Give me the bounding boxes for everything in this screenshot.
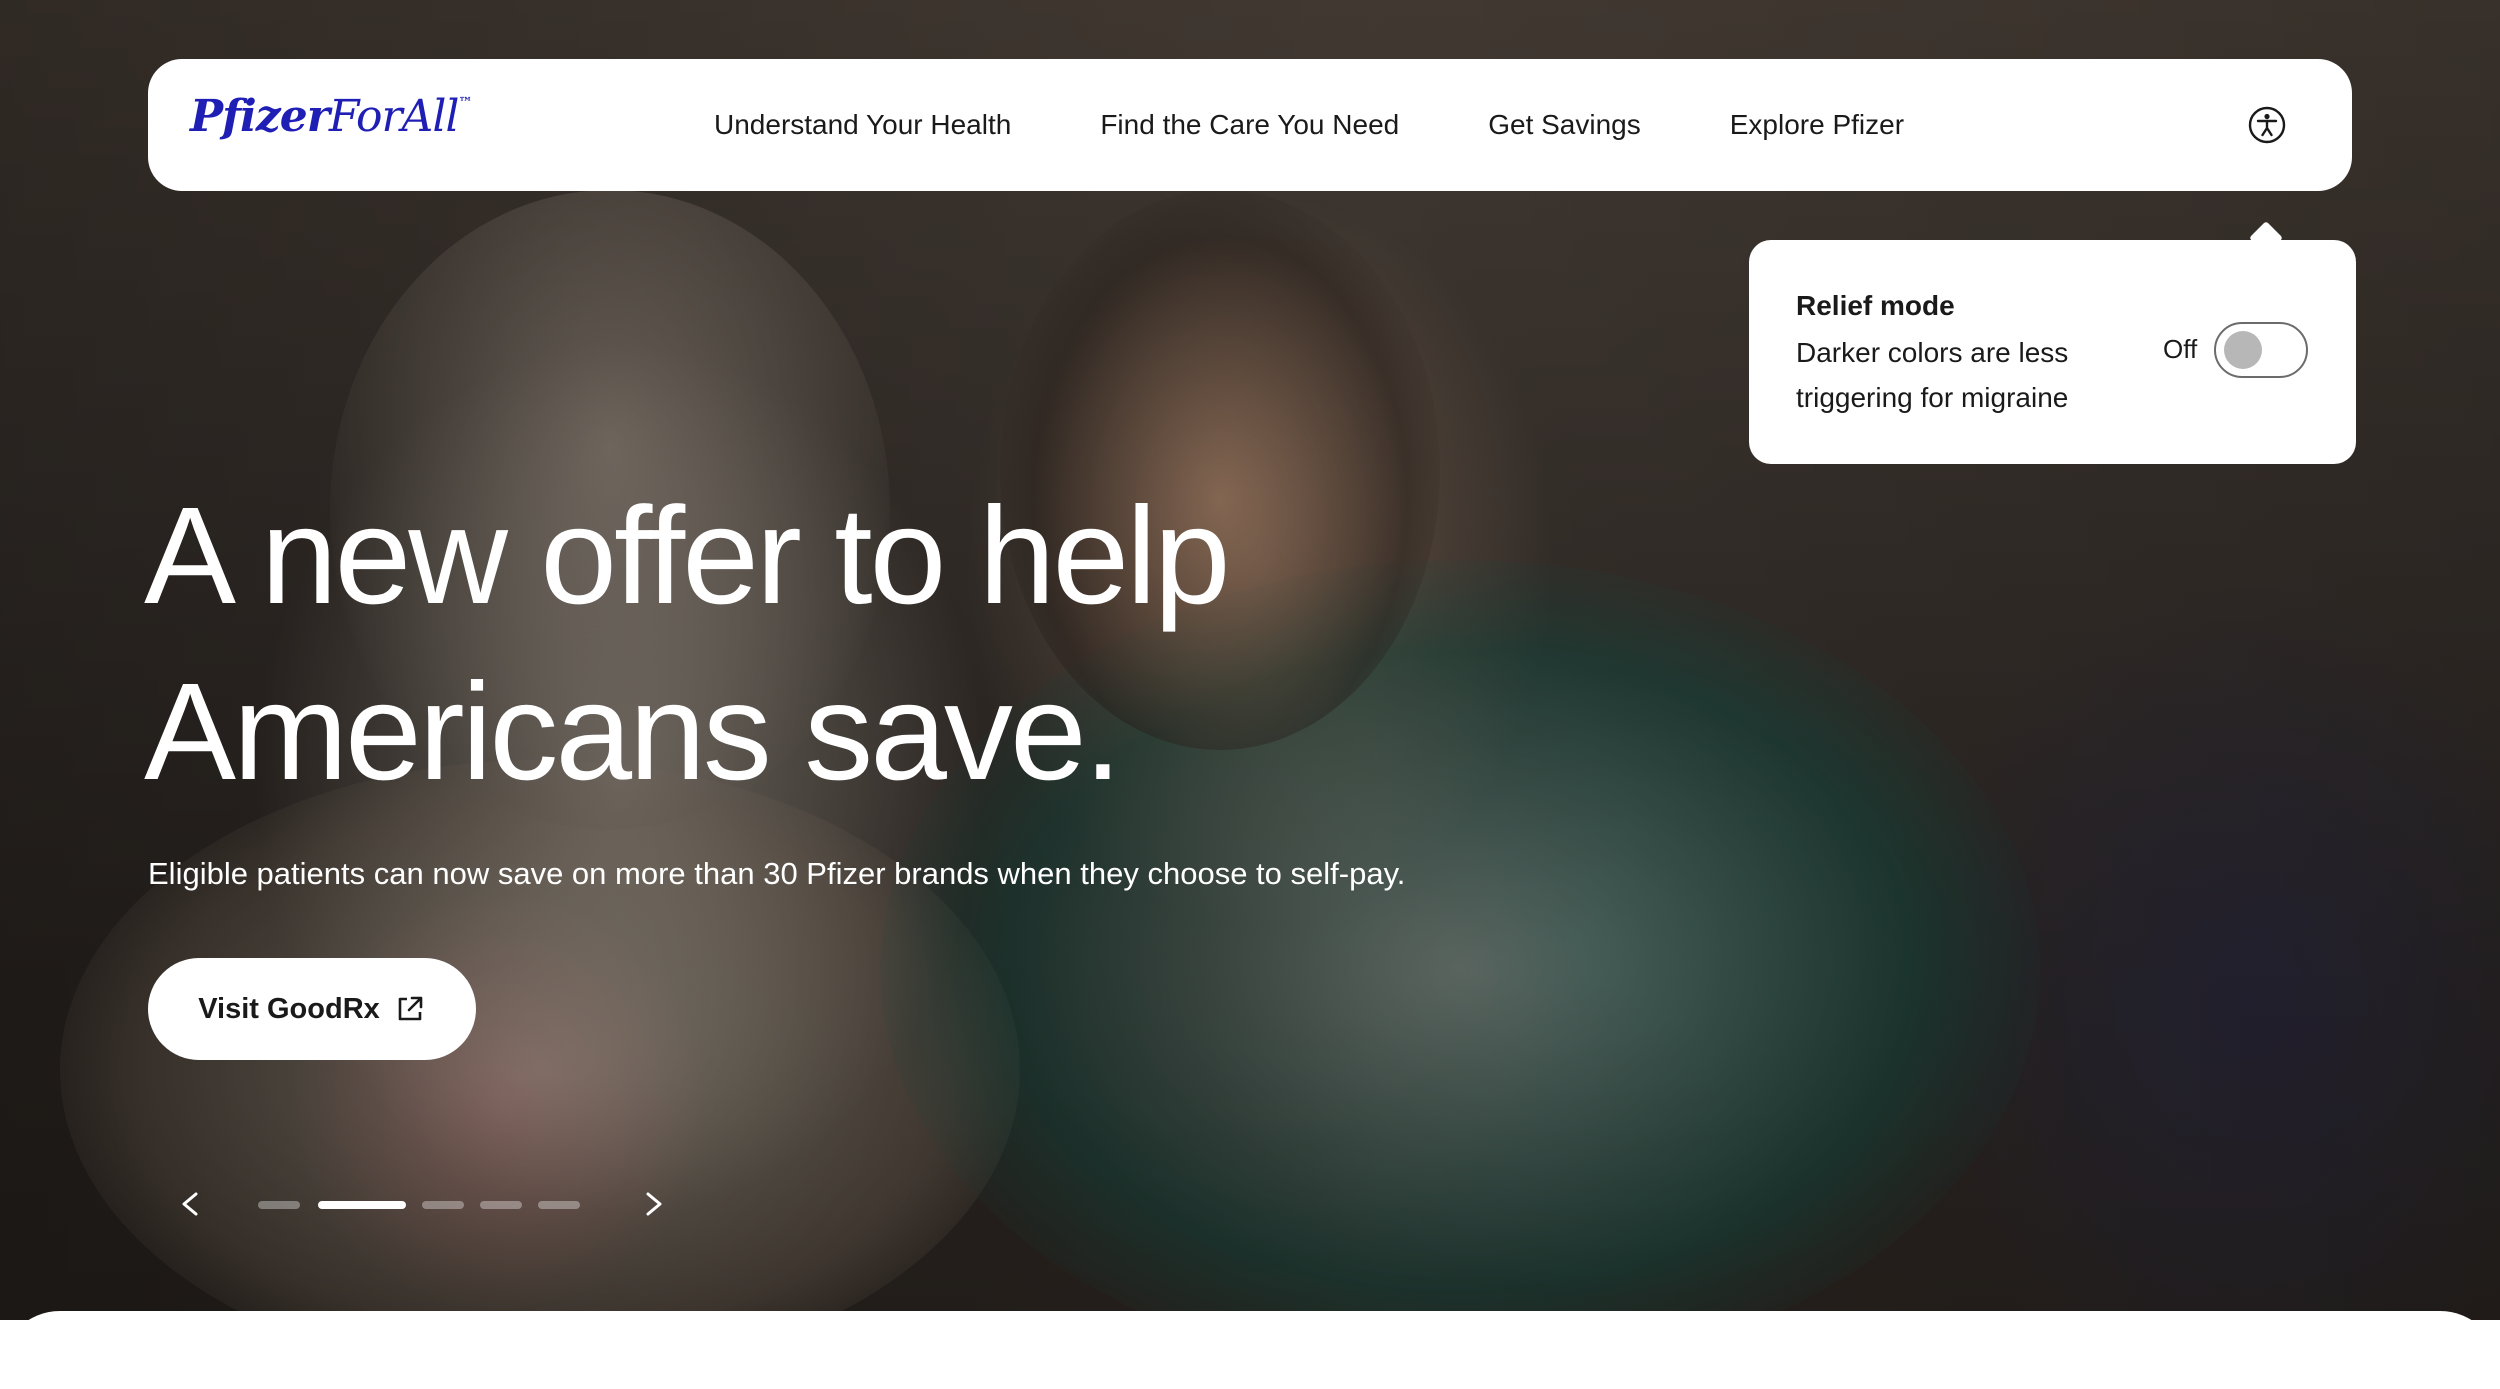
nav-item-get-savings[interactable]: Get Savings bbox=[1488, 109, 1641, 141]
logo-text-bold: Pfizer bbox=[190, 91, 330, 142]
carousel-dot-5[interactable] bbox=[538, 1201, 580, 1209]
hero-subheadline: Eligible patients can now save on more t… bbox=[148, 856, 1406, 891]
page: PfizerForAll™ Understand Your Health Fin… bbox=[0, 0, 2500, 1389]
visit-goodrx-button[interactable]: Visit GoodRx bbox=[148, 958, 476, 1060]
logo-trademark: ™ bbox=[458, 95, 472, 111]
pfizerforall-logo[interactable]: PfizerForAll™ bbox=[190, 91, 472, 142]
chevron-right-icon[interactable] bbox=[640, 1184, 668, 1224]
carousel-dot-2[interactable] bbox=[318, 1201, 406, 1209]
logo-text-light: ForAll bbox=[328, 91, 460, 142]
carousel-dot-4[interactable] bbox=[480, 1201, 522, 1209]
accessibility-icon bbox=[2248, 106, 2286, 144]
relief-mode-state-label: Off bbox=[2163, 334, 2198, 364]
hero-headline: A new offer to help Americans save. bbox=[144, 479, 1231, 809]
visit-goodrx-label: Visit GoodRx bbox=[198, 992, 380, 1025]
nav-item-explore-pfizer[interactable]: Explore Pfizer bbox=[1730, 109, 1904, 141]
relief-mode-title: Relief mode bbox=[1796, 290, 1955, 321]
toggle-knob bbox=[2224, 331, 2262, 369]
carousel-dot-1[interactable] bbox=[258, 1201, 300, 1209]
relief-mode-toggle[interactable] bbox=[2214, 322, 2308, 378]
nav-item-understand-your-health[interactable]: Understand Your Health bbox=[714, 109, 1011, 141]
relief-mode-description: Darker colors are less triggering for mi… bbox=[1796, 337, 2069, 413]
relief-mode-popover: Relief mode Darker colors are less trigg… bbox=[1749, 240, 2356, 464]
nav-links: Understand Your Health Find the Care You… bbox=[714, 59, 1993, 191]
carousel-dot-3[interactable] bbox=[422, 1201, 464, 1209]
nav-item-find-the-care-you-need[interactable]: Find the Care You Need bbox=[1100, 109, 1399, 141]
accessibility-button[interactable] bbox=[2247, 105, 2287, 145]
top-navigation-bar: PfizerForAll™ Understand Your Health Fin… bbox=[148, 59, 2352, 191]
chevron-left-icon[interactable] bbox=[176, 1184, 204, 1224]
external-link-icon bbox=[398, 996, 423, 1021]
content-panel bbox=[0, 1311, 2500, 1389]
